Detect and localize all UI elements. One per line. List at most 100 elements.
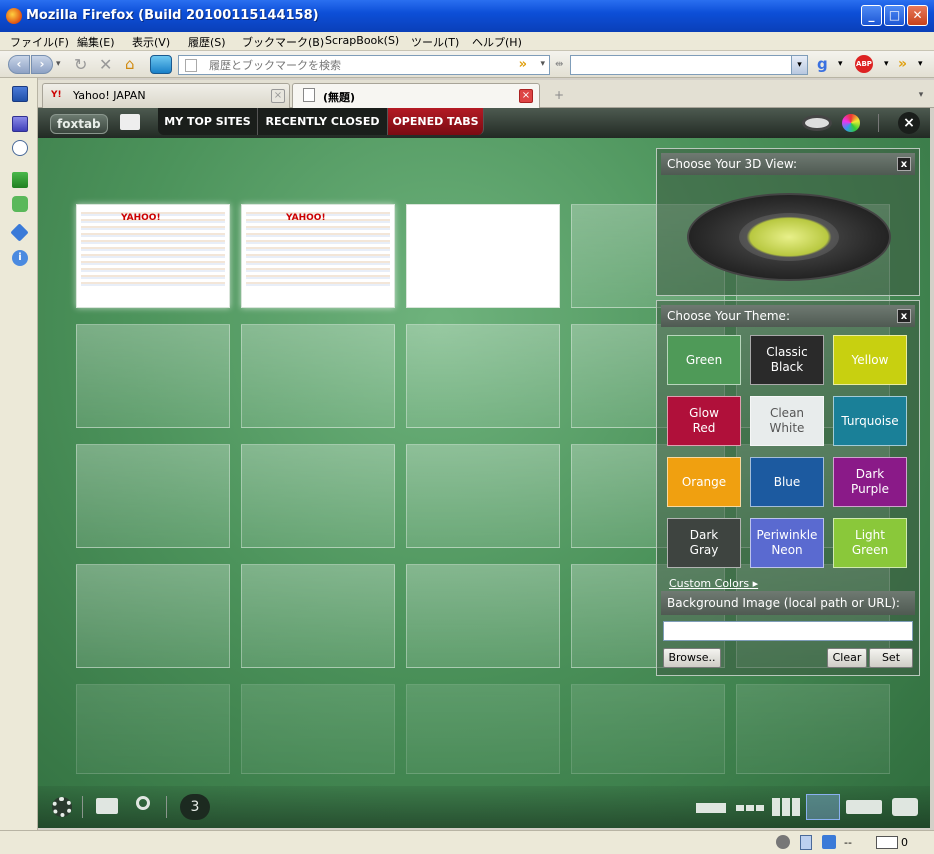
menu-tools[interactable]: ツール(T): [411, 34, 459, 50]
foxtab-icon[interactable]: [150, 55, 172, 74]
theme-clean-white-button[interactable]: Clean White: [750, 396, 824, 446]
home-icon[interactable]: ⌂: [125, 55, 143, 74]
google-icon[interactable]: g: [817, 55, 835, 74]
reload-icon[interactable]: ↻: [74, 55, 90, 74]
info-icon[interactable]: i: [12, 250, 28, 266]
theme-panel-close-icon[interactable]: x: [897, 309, 911, 323]
theme-panel: Choose Your Theme: x Green Classic Black Ye…: [656, 300, 920, 676]
menu-help[interactable]: ヘルプ(H): [472, 34, 522, 50]
view-mode-icon[interactable]: [802, 115, 832, 131]
layout-grid-icon[interactable]: [772, 798, 800, 816]
history-dropdown-icon[interactable]: ▾: [56, 55, 66, 74]
theme-label-line1: Dark: [689, 528, 719, 542]
mail-status-icon[interactable]: [876, 836, 898, 849]
theme-classic-black-button[interactable]: Classic Black: [750, 335, 824, 385]
layout-wall-icon[interactable]: [806, 794, 840, 820]
adblock-dropdown-icon[interactable]: ▾: [884, 55, 892, 74]
menu-history[interactable]: 履歴(S): [188, 34, 226, 50]
theme-light-green-button[interactable]: Light Green: [833, 518, 907, 568]
close-foxtab-icon[interactable]: ×: [898, 112, 920, 134]
forward-icon[interactable]: ›: [31, 55, 53, 74]
tab-list-icon[interactable]: ▾: [910, 84, 932, 106]
splitter-icon[interactable]: ⇹: [555, 55, 565, 74]
tab-count-badge: 3: [180, 794, 210, 820]
bookmarks-sidebar-icon[interactable]: [12, 86, 28, 102]
menu-file[interactable]: ファイル(F): [10, 34, 69, 50]
new-tab-icon[interactable]: +: [544, 84, 574, 106]
foxtab-logo: foxtab: [50, 114, 108, 134]
search-bar[interactable]: ▾: [570, 55, 808, 75]
rss-arrow-icon[interactable]: »: [519, 57, 527, 72]
downloads-icon[interactable]: [12, 172, 28, 188]
theme-orange-button[interactable]: Orange: [667, 457, 741, 507]
layout-stack-icon[interactable]: [892, 798, 918, 816]
custom-colors-link[interactable]: Custom Colors ▸: [669, 577, 758, 590]
tab-thumbnail[interactable]: YAHOO!: [76, 204, 230, 308]
briefcase-icon[interactable]: [96, 798, 118, 814]
search-dropdown-icon[interactable]: ▾: [791, 56, 807, 74]
menu-scrapbook[interactable]: ScrapBook(S): [325, 34, 399, 47]
theme-label-line1: Glow: [689, 406, 719, 420]
theme-glow-red-button[interactable]: Glow Red: [667, 396, 741, 446]
history-clock-icon[interactable]: [12, 140, 28, 156]
theme-dark-purple-button[interactable]: Dark Purple: [833, 457, 907, 507]
nav-recently-closed[interactable]: RECENTLY CLOSED: [258, 108, 388, 135]
back-icon[interactable]: ‹: [8, 55, 30, 74]
view-dial-center[interactable]: [739, 213, 839, 261]
view-dial[interactable]: [687, 193, 891, 281]
theme-dark-gray-button[interactable]: Dark Gray: [667, 518, 741, 568]
location-dropdown-icon[interactable]: ▾: [540, 59, 545, 69]
close-tab-icon[interactable]: ×: [271, 89, 285, 103]
settings-gear-icon[interactable]: [52, 797, 72, 817]
tab-label: Yahoo! JAPAN: [73, 89, 146, 102]
theme-label-line1: Classic: [766, 345, 808, 359]
close-tab-icon[interactable]: ×: [519, 89, 533, 103]
theme-turquoise-button[interactable]: Turquoise: [833, 396, 907, 446]
thumbnail-reflection: [241, 684, 395, 774]
nav-my-top-sites[interactable]: MY TOP SITES: [158, 108, 258, 135]
layout-row-icon[interactable]: [736, 805, 764, 811]
nav-opened-tabs[interactable]: OPENED TABS: [388, 108, 484, 135]
theme-green-button[interactable]: Green: [667, 335, 741, 385]
location-input[interactable]: [207, 58, 507, 73]
google-dropdown-icon[interactable]: ▾: [838, 55, 846, 74]
theme-blue-button[interactable]: Blue: [750, 457, 824, 507]
layout-carousel-icon[interactable]: [696, 803, 726, 813]
firebug-icon[interactable]: [776, 835, 790, 849]
theme-label: Periwinkle Neon: [757, 528, 818, 558]
location-bar[interactable]: » ▾: [178, 55, 550, 75]
mail-icon[interactable]: [120, 114, 140, 130]
page-info-icon[interactable]: [800, 835, 812, 850]
menu-bookmarks[interactable]: ブックマーク(B): [242, 34, 324, 50]
tab-thumbnail[interactable]: YAHOO!: [241, 204, 395, 308]
browse-button[interactable]: Browse..: [663, 648, 721, 668]
settings-icon[interactable]: [10, 223, 29, 242]
stop-icon[interactable]: ✕: [99, 55, 115, 74]
addons-puzzle-icon[interactable]: [12, 196, 28, 212]
set-button[interactable]: Set: [869, 648, 913, 668]
background-image-input[interactable]: [663, 621, 913, 641]
empty-thumbnail-slot: [241, 324, 395, 428]
adblock-icon[interactable]: ABP: [855, 55, 873, 73]
tab-thumbnail[interactable]: [406, 204, 560, 308]
scrapbook-icon[interactable]: [12, 116, 28, 132]
overflow-chevron-icon[interactable]: »: [898, 55, 910, 74]
close-window-button[interactable]: ✕: [907, 5, 928, 26]
layout-curve-icon[interactable]: [846, 800, 882, 814]
rss-status-icon[interactable]: [822, 835, 836, 849]
theme-yellow-button[interactable]: Yellow: [833, 335, 907, 385]
theme-label-line1: Clean: [769, 406, 805, 420]
menu-view[interactable]: 表示(V): [132, 34, 170, 50]
theme-periwinkle-neon-button[interactable]: Periwinkle Neon: [750, 518, 824, 568]
toolbar-dropdown-icon[interactable]: ▾: [918, 55, 926, 74]
view-panel-close-icon[interactable]: x: [897, 157, 911, 171]
maximize-button[interactable]: □: [884, 5, 905, 26]
tab-untitled[interactable]: (無題) ×: [292, 83, 540, 109]
tab-yahoo[interactable]: Y! Yahoo! JAPAN ×: [42, 83, 290, 108]
theme-color-icon[interactable]: [842, 114, 860, 132]
search-icon[interactable]: [136, 796, 150, 810]
theme-label-line2: Gray: [689, 543, 719, 557]
minimize-button[interactable]: _: [861, 5, 882, 26]
menu-edit[interactable]: 編集(E): [77, 34, 115, 50]
clear-button[interactable]: Clear: [827, 648, 867, 668]
